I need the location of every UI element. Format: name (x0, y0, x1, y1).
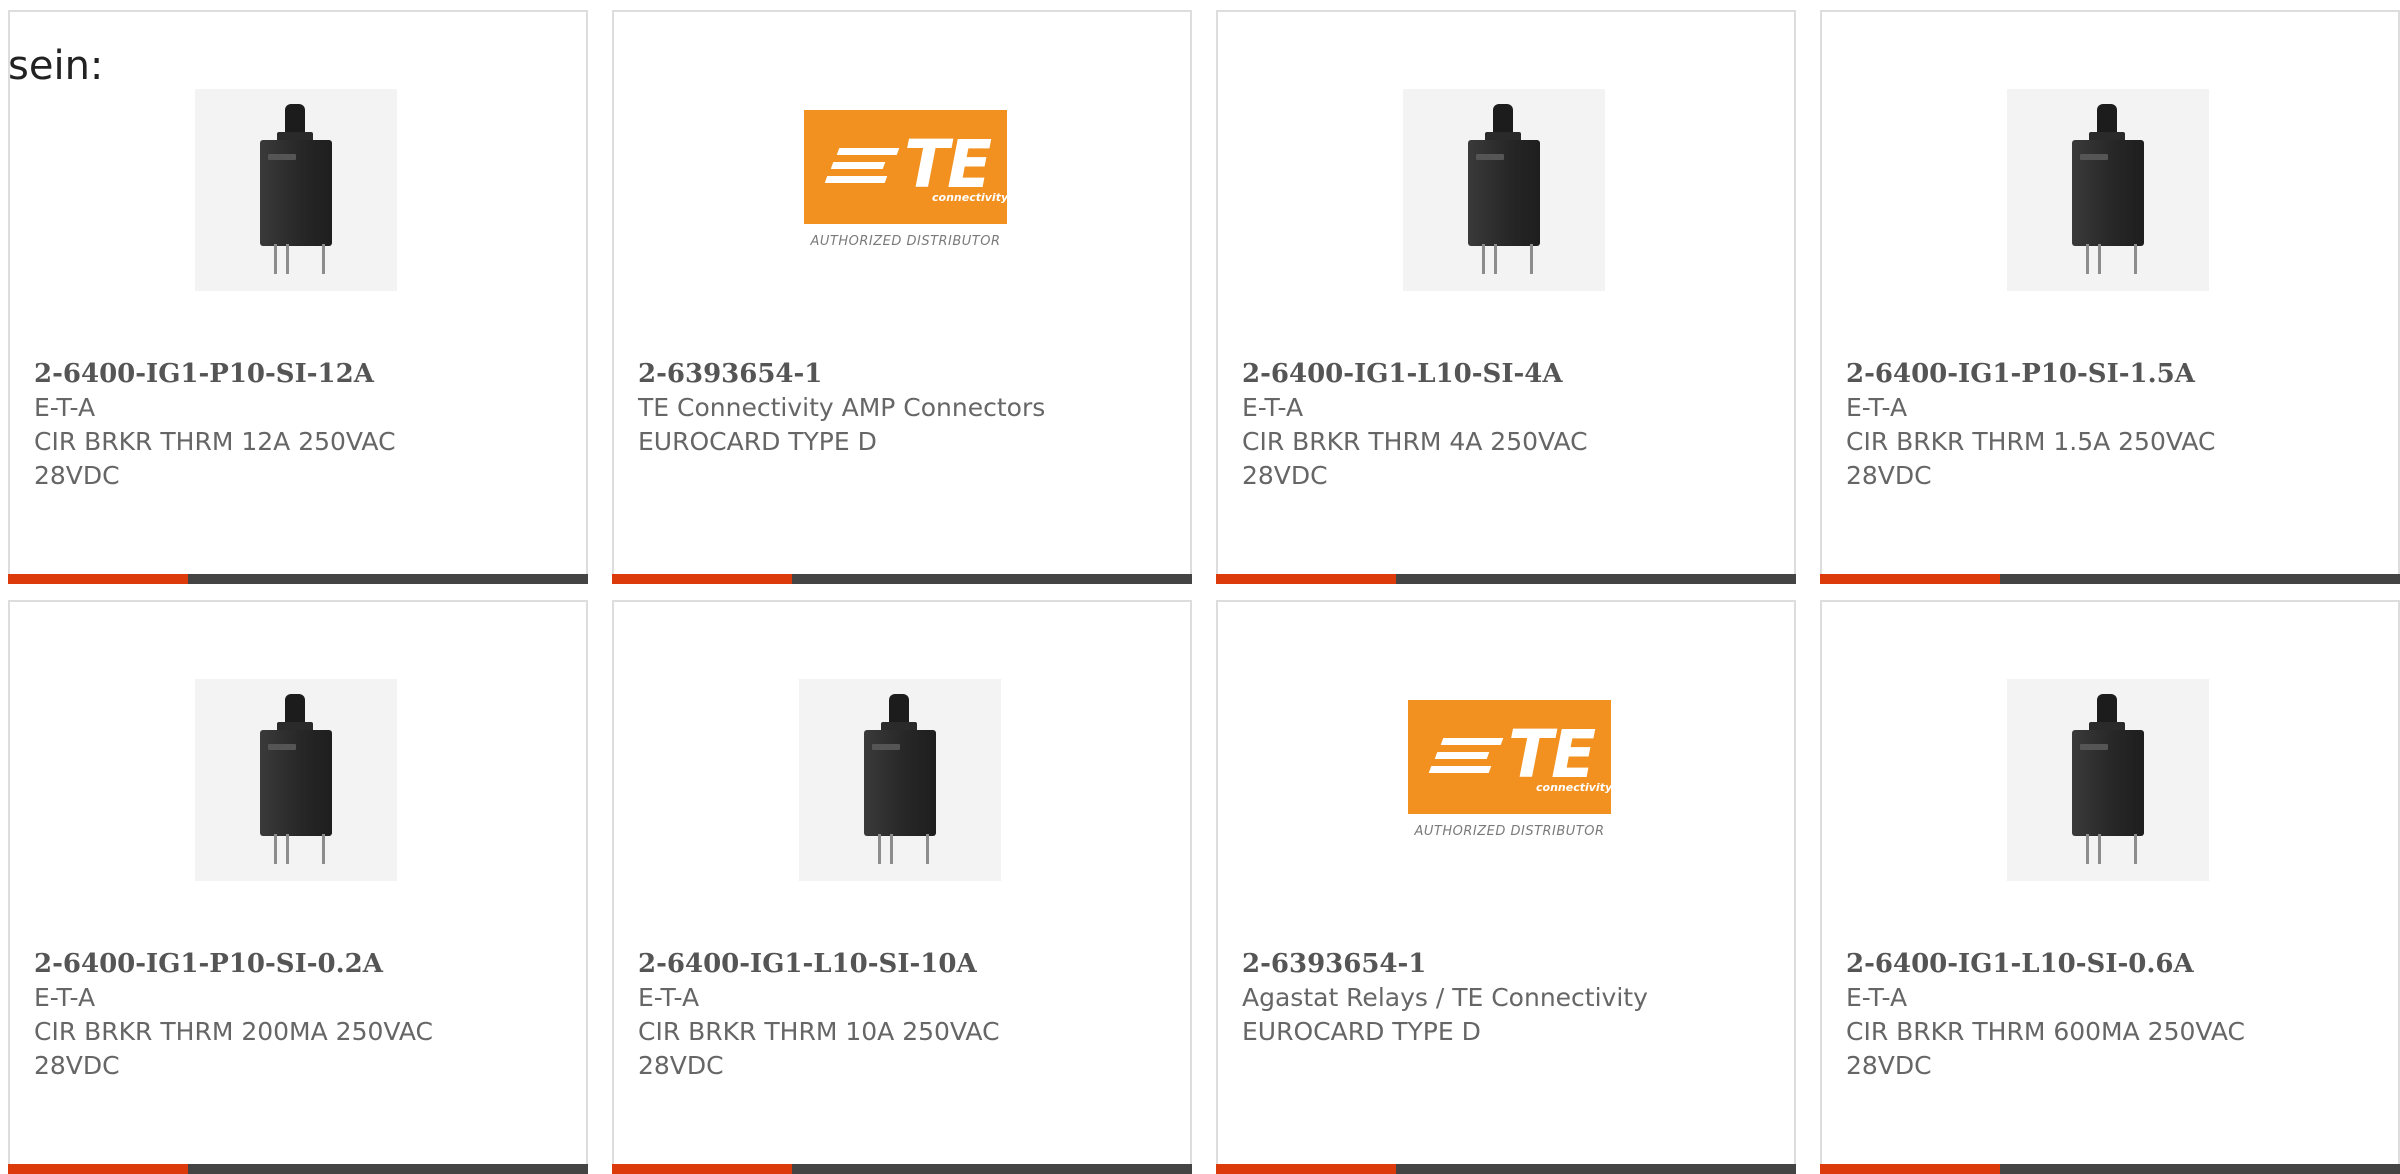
part-number-link[interactable]: 2-6400-IG1-P10-SI-12A (34, 357, 566, 391)
circuit-breaker-icon (260, 104, 332, 276)
description-line: 28VDC (34, 461, 120, 490)
part-number-link[interactable]: 2-6400-IG1-L10-SI-0.6A (1846, 947, 2378, 981)
circuit-breaker-icon (260, 694, 332, 866)
description-line: 28VDC (638, 1051, 724, 1080)
product-card[interactable]: 2-6400-IG1-P10-SI-12A E-T-A CIR BRKR THRM … (8, 10, 588, 584)
card-accent-segment (1216, 1164, 1396, 1174)
description-line: CIR BRKR THRM 1.5A 250VAC (1846, 427, 2216, 456)
product-info: 2-6400-IG1-L10-SI-0.6A E-T-A CIR BRKR THRM… (1846, 947, 2378, 1083)
card-accent-segment (612, 574, 792, 584)
description-line: EUROCARD TYPE D (638, 427, 877, 456)
authorized-distributor-label: AUTHORIZED DISTRIBUTOR (810, 234, 1001, 249)
card-bottom-bar (1820, 1164, 2400, 1174)
circuit-breaker-icon (2072, 104, 2144, 276)
product-card[interactable]: 2-6400-IG1-L10-SI-0.6A E-T-A CIR BRKR THRM… (1820, 600, 2400, 1174)
part-number-link[interactable]: 2-6393654-1 (1242, 947, 1774, 981)
manufacturer-label: TE Connectivity AMP Connectors (638, 393, 1046, 422)
part-number-link[interactable]: 2-6400-IG1-L10-SI-10A (638, 947, 1170, 981)
card-bottom-bar (1216, 1164, 1796, 1174)
product-card[interactable]: TE connectivity AUTHORIZED DISTRIBUTOR 2-63… (1216, 600, 1796, 1174)
product-card[interactable]: 2-6400-IG1-L10-SI-10A E-T-A CIR BRKR THRM … (612, 600, 1192, 1174)
description-line: CIR BRKR THRM 12A 250VAC (34, 427, 396, 456)
card-accent-segment (1216, 574, 1396, 584)
card-bottom-bar (1216, 574, 1796, 584)
product-image[interactable] (2007, 89, 2209, 291)
description-line: 28VDC (34, 1051, 120, 1080)
card-accent-segment (8, 1164, 188, 1174)
description-line: EUROCARD TYPE D (1242, 1017, 1481, 1046)
part-number-link[interactable]: 2-6400-IG1-P10-SI-0.2A (34, 947, 566, 981)
part-number-link[interactable]: 2-6400-IG1-L10-SI-4A (1242, 357, 1774, 391)
manufacturer-label: E-T-A (638, 983, 700, 1012)
description-line: 28VDC (1846, 461, 1932, 490)
manufacturer-label: E-T-A (1846, 983, 1908, 1012)
card-accent-segment (8, 574, 188, 584)
product-info: 2-6400-IG1-L10-SI-10A E-T-A CIR BRKR THRM … (638, 947, 1170, 1083)
manufacturer-label: E-T-A (1242, 393, 1304, 422)
circuit-breaker-icon (1468, 104, 1540, 276)
manufacturer-label: Agastat Relays / TE Connectivity (1242, 983, 1648, 1012)
product-image[interactable] (1403, 89, 1605, 291)
card-bottom-bar (612, 1164, 1192, 1174)
card-accent-segment (1820, 574, 2000, 584)
product-info: 2-6393654-1 Agastat Relays / TE Connectiv… (1242, 947, 1774, 1049)
description-line: CIR BRKR THRM 200MA 250VAC (34, 1017, 434, 1046)
intro-text: sein: (8, 43, 104, 89)
product-info: 2-6400-IG1-L10-SI-4A E-T-A CIR BRKR THRM 4… (1242, 357, 1774, 493)
part-number-link[interactable]: 2-6400-IG1-P10-SI-1.5A (1846, 357, 2378, 391)
manufacturer-label: E-T-A (34, 983, 96, 1012)
product-card[interactable]: 2-6400-IG1-L10-SI-4A E-T-A CIR BRKR THRM 4… (1216, 10, 1796, 584)
card-bottom-bar (612, 574, 1192, 584)
card-bottom-bar (1820, 574, 2400, 584)
product-info: 2-6400-IG1-P10-SI-1.5A E-T-A CIR BRKR THRM… (1846, 357, 2378, 493)
product-image[interactable] (195, 89, 397, 291)
product-image[interactable] (2007, 679, 2209, 881)
product-info: 2-6400-IG1-P10-SI-0.2A E-T-A CIR BRKR THRM… (34, 947, 566, 1083)
product-info: 2-6393654-1 TE Connectivity AMP Connector… (638, 357, 1170, 459)
te-connectivity-logo[interactable]: TE connectivity AUTHORIZED DISTRIBUTOR (1408, 700, 1611, 850)
circuit-breaker-icon (864, 694, 936, 866)
product-card[interactable]: 2-6400-IG1-P10-SI-1.5A E-T-A CIR BRKR THRM… (1820, 10, 2400, 584)
card-bottom-bar (8, 1164, 588, 1174)
description-line: CIR BRKR THRM 4A 250VAC (1242, 427, 1588, 456)
authorized-distributor-label: AUTHORIZED DISTRIBUTOR (1414, 824, 1605, 839)
manufacturer-label: E-T-A (1846, 393, 1908, 422)
description-line: 28VDC (1242, 461, 1328, 490)
card-bottom-bar (8, 574, 588, 584)
part-number-link[interactable]: 2-6393654-1 (638, 357, 1170, 391)
product-image[interactable] (195, 679, 397, 881)
card-accent-segment (612, 1164, 792, 1174)
description-line: 28VDC (1846, 1051, 1932, 1080)
card-accent-segment (1820, 1164, 2000, 1174)
product-card[interactable]: TE connectivity AUTHORIZED DISTRIBUTOR 2-63… (612, 10, 1192, 584)
product-info: 2-6400-IG1-P10-SI-12A E-T-A CIR BRKR THRM … (34, 357, 566, 493)
te-connectivity-logo[interactable]: TE connectivity AUTHORIZED DISTRIBUTOR (804, 110, 1007, 260)
description-line: CIR BRKR THRM 10A 250VAC (638, 1017, 1000, 1046)
description-line: CIR BRKR THRM 600MA 250VAC (1846, 1017, 2246, 1046)
product-card[interactable]: 2-6400-IG1-P10-SI-0.2A E-T-A CIR BRKR THRM… (8, 600, 588, 1174)
product-image[interactable] (799, 679, 1001, 881)
circuit-breaker-icon (2072, 694, 2144, 866)
manufacturer-label: E-T-A (34, 393, 96, 422)
